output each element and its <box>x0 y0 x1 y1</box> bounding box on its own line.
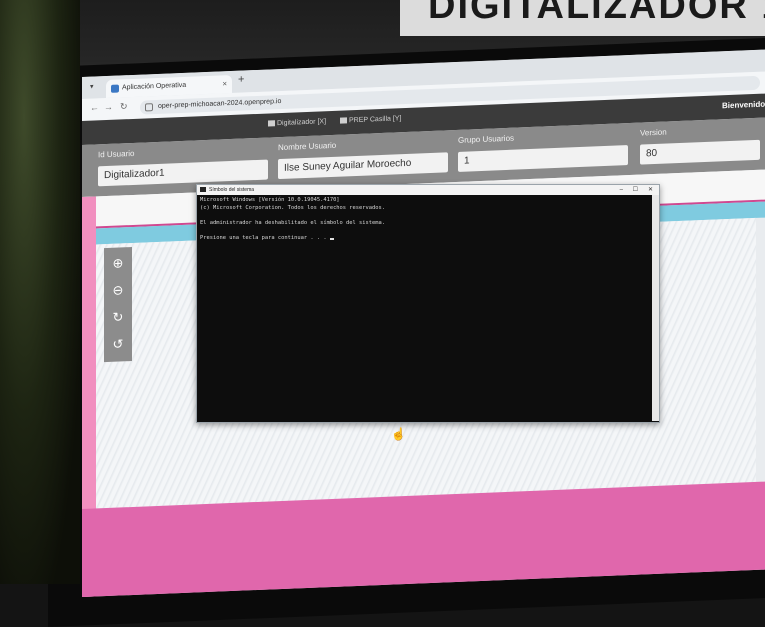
command-prompt-window[interactable]: Símbolo del sistema – ☐ ✕ Microsoft Wind… <box>196 184 660 423</box>
hand-cursor-icon: ☝ <box>391 427 406 441</box>
grupo-usuarios-label: Grupo Usuarios <box>458 133 515 145</box>
version-label: Version <box>640 127 667 138</box>
app-favicon-icon <box>111 84 119 93</box>
zoom-in-icon[interactable]: ⊕ <box>110 255 126 272</box>
nombre-usuario-label: Nombre Usuario <box>278 140 337 153</box>
viewer-toolbar: ⊕ ⊖ ↻ ↺ <box>104 246 132 363</box>
cmd-line-3: El administrador ha deshabilitado el sím… <box>200 219 385 226</box>
cmd-output[interactable]: Microsoft Windows [Versión 10.0.19045.41… <box>197 195 645 421</box>
close-icon[interactable]: ✕ <box>648 185 653 195</box>
forward-icon[interactable]: → <box>104 102 113 112</box>
welcome-text: Bienvenido <box>722 99 765 111</box>
text-cursor <box>329 238 334 240</box>
cmd-title-bar[interactable]: Símbolo del sistema – ☐ ✕ <box>197 185 659 195</box>
rotate-right-icon[interactable]: ↻ <box>110 309 126 326</box>
cmd-line-1: Microsoft Windows [Versión 10.0.19045.41… <box>200 197 340 203</box>
site-info-icon[interactable] <box>145 103 153 112</box>
cmd-line-4: Presione una tecla para continuar . . . <box>200 234 330 241</box>
tab-title: Aplicación Operativa <box>122 81 187 92</box>
zoom-out-icon[interactable]: ⊖ <box>110 282 126 299</box>
reload-icon[interactable]: ↻ <box>120 101 128 112</box>
mode-prep-casilla[interactable]: PREP Casilla [Y] <box>340 115 401 124</box>
plant-foliage <box>0 0 80 584</box>
new-tab-button[interactable]: + <box>238 73 244 85</box>
tab-list-icon[interactable]: ▾ <box>90 83 94 91</box>
back-icon[interactable]: ← <box>90 102 99 112</box>
tab-close-button[interactable]: × <box>222 75 227 93</box>
minimize-icon[interactable]: – <box>620 185 623 195</box>
cmd-line-2: (c) Microsoft Corporation. Todos los der… <box>200 204 385 211</box>
terminal-icon <box>200 187 206 192</box>
cmd-scrollbar[interactable] <box>652 195 659 421</box>
grid-icon <box>268 120 275 127</box>
checkbox-icon <box>340 117 347 124</box>
station-sign: DIGITALIZADOR 1 <box>400 0 765 36</box>
url-text: oper-prep-michoacan-2024.openprep.io <box>158 97 282 110</box>
mode-prep-label: PREP Casilla [Y] <box>349 115 402 125</box>
nombre-usuario-field[interactable]: Ilse Suney Aguilar Moroecho <box>278 152 448 180</box>
mode-digitalizador-label: Digitalizador [X] <box>277 118 327 128</box>
cmd-title: Símbolo del sistema <box>209 187 255 193</box>
maximize-icon[interactable]: ☐ <box>633 185 638 195</box>
rotate-left-icon[interactable]: ↺ <box>110 336 126 353</box>
grupo-usuarios-field[interactable]: 1 <box>458 145 628 172</box>
id-usuario-field[interactable]: Digitalizador1 <box>98 159 268 187</box>
version-field[interactable]: 80 <box>640 139 760 165</box>
id-usuario-label: Id Usuario <box>98 148 135 160</box>
mode-digitalizador[interactable]: Digitalizador [X] <box>268 118 326 127</box>
